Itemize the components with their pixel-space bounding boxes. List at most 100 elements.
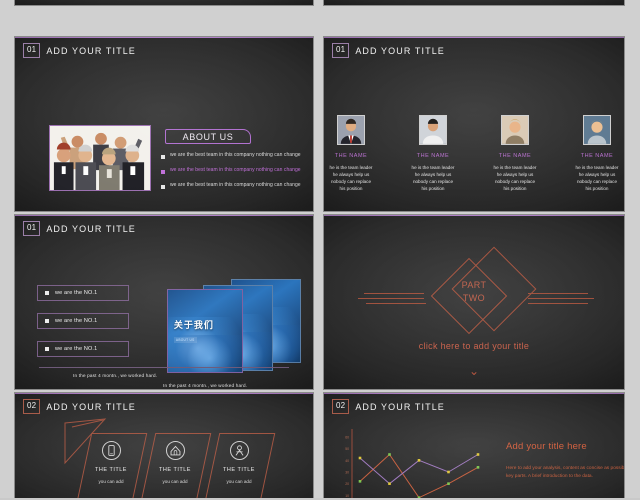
member-desc: he is the team leader he always help us … xyxy=(329,165,373,191)
book-title: 关于我们 xyxy=(173,319,214,330)
slide-background xyxy=(324,0,624,5)
chart-data-point xyxy=(388,482,391,485)
list-item-label: we are the best team in this company not… xyxy=(170,167,301,173)
page-title: ADD YOUR TITLE xyxy=(46,401,136,412)
slide-thumbnail-team[interactable]: 01 ADD YOUR TITLE THE NAME he is the tea… xyxy=(323,36,625,212)
line-chart-canvas: 0102030405060 xyxy=(345,429,480,500)
member-desc: he is the team leader he always help us … xyxy=(575,165,619,191)
click-to-add-title[interactable]: click here to add your title xyxy=(324,341,624,351)
part-line-1: PART xyxy=(461,280,487,290)
list-item: THE NAME he is the team leader he always… xyxy=(407,115,459,193)
y-axis-tick-label: 50 xyxy=(345,447,349,451)
photo-people-graphic xyxy=(50,126,150,190)
line-chart: 0102030405060 xyxy=(334,423,484,500)
chart-data-point xyxy=(358,480,362,483)
member-name: THE NAME xyxy=(334,153,368,159)
list-item: we are the best team in this company not… xyxy=(161,152,313,159)
slide-header: 01 ADD YOUR TITLE xyxy=(23,43,136,58)
slide-thumbnail-about-us[interactable]: 01 ADD YOUR TITLE ABOUT US we are the be… xyxy=(14,36,314,212)
team-photo xyxy=(49,125,151,191)
book-subtitle: ABOUT US xyxy=(173,336,197,343)
member-name: THE NAME xyxy=(580,153,614,159)
slide-number-badge: 01 xyxy=(23,221,41,236)
mobile-phone-icon xyxy=(101,441,121,460)
member-name: THE NAME xyxy=(498,153,532,159)
slide-number-badge: 01 xyxy=(23,43,41,58)
chevron-down-icon: ⌄ xyxy=(468,364,480,378)
avatar xyxy=(419,115,447,145)
team-member-list: THE NAME he is the team leader he always… xyxy=(324,115,624,193)
caption-secondary: In the past 4 montn., we worked hard. xyxy=(163,383,248,388)
page-title: ADD YOUR TITLE xyxy=(46,45,136,56)
feature-card-1: THE TITLE you can add xyxy=(83,433,139,486)
list-item-label: we are the NO.1 xyxy=(55,290,98,296)
list-item: we are the NO.1 xyxy=(37,341,129,357)
card-desc: you can add xyxy=(98,479,124,484)
y-axis-tick-label: 60 xyxy=(345,436,349,440)
card-title: THE TITLE xyxy=(95,467,127,473)
slide-thumbnail-no1[interactable]: 01 ADD YOUR TITLE we are the NO.1 we are… xyxy=(14,214,314,390)
y-axis-tick-label: 30 xyxy=(345,471,349,475)
card-desc: you can add xyxy=(226,479,252,484)
feature-card-2: THE TITLE you can add xyxy=(147,433,203,486)
book-cover-front: 关于我们 ABOUT US xyxy=(167,289,243,373)
slide-top-rule xyxy=(324,37,624,38)
bullet-square-icon xyxy=(161,185,165,189)
slide-thumbnail-grid: ⌄ 01 ADD YOUR TITLE xyxy=(0,0,640,500)
slide-number-badge: 02 xyxy=(23,399,41,414)
list-item-label: we are the NO.1 xyxy=(55,346,98,352)
slide-thumbnail-partial-top-right[interactable]: ⌄ xyxy=(323,0,625,6)
slide-number-badge: 02 xyxy=(332,399,350,414)
user-icon xyxy=(229,441,249,460)
chart-side-body: Here to add your analysis, content as co… xyxy=(506,466,625,480)
card-title: THE TITLE xyxy=(223,467,255,473)
bullet-square-icon xyxy=(45,319,49,323)
about-us-heading: ABOUT US xyxy=(165,129,251,144)
slide-thumbnail-three-cards[interactable]: 02 ADD YOUR TITLE THE TITLE you can add … xyxy=(14,392,314,500)
avatar xyxy=(583,115,611,145)
list-item: THE NAME he is the team leader he always… xyxy=(571,115,623,193)
slide-top-rule xyxy=(15,37,313,38)
list-item: THE NAME he is the team leader he always… xyxy=(325,115,377,193)
avatar xyxy=(501,115,529,145)
chart-data-point xyxy=(476,453,480,456)
card-title: THE TITLE xyxy=(159,467,191,473)
chart-series-line-2 xyxy=(359,454,479,485)
chart-data-point xyxy=(417,459,421,462)
slide-header: 02 ADD YOUR TITLE xyxy=(332,399,445,414)
chart-data-point xyxy=(388,453,391,456)
about-us-bullet-list: we are the best team in this company not… xyxy=(161,152,313,198)
chart-data-point xyxy=(476,466,480,469)
slide-thumbnail-line-chart[interactable]: 02 ADD YOUR TITLE 0102030405060 Add your… xyxy=(323,392,625,500)
slide-thumbnail-partial-top-left[interactable] xyxy=(14,0,314,6)
slide-header: 01 ADD YOUR TITLE xyxy=(332,43,445,58)
slide-header: 01 ADD YOUR TITLE xyxy=(23,221,136,236)
part-line-2: TWO xyxy=(462,293,486,304)
page-title: ADD YOUR TITLE xyxy=(355,45,445,56)
bullet-square-icon xyxy=(161,170,165,174)
y-axis-tick-label: 40 xyxy=(345,459,349,463)
list-item-label: we are the best team in this company not… xyxy=(170,152,301,158)
bullet-square-icon xyxy=(45,291,49,295)
list-item: THE NAME he is the team leader he always… xyxy=(489,115,541,193)
avatar-portrait-3 xyxy=(502,116,528,144)
bullet-square-icon xyxy=(45,347,49,351)
part-label: PART TWO xyxy=(324,279,624,305)
list-item: we are the NO.1 xyxy=(37,313,129,329)
list-item-label: we are the best team in this company not… xyxy=(170,182,301,188)
list-item-label: we are the NO.1 xyxy=(55,318,98,324)
chart-data-point xyxy=(358,456,362,460)
member-desc: he is the team leader he always help us … xyxy=(411,165,455,191)
avatar-portrait-1 xyxy=(338,116,364,144)
slide-thumbnail-part-two[interactable]: PART TWO click here to add your title ⌄ xyxy=(323,214,625,390)
card-desc: you can add xyxy=(162,479,188,484)
slide-top-rule xyxy=(15,215,313,216)
home-icon xyxy=(165,441,185,460)
page-title: ADD YOUR TITLE xyxy=(46,223,136,234)
member-name: THE NAME xyxy=(416,153,450,159)
y-axis-tick-label: 20 xyxy=(345,482,349,486)
slide-number-badge: 01 xyxy=(332,43,350,58)
list-item: we are the best team in this company not… xyxy=(161,167,313,174)
slide-header: 02 ADD YOUR TITLE xyxy=(23,399,136,414)
chart-data-point xyxy=(447,470,450,474)
